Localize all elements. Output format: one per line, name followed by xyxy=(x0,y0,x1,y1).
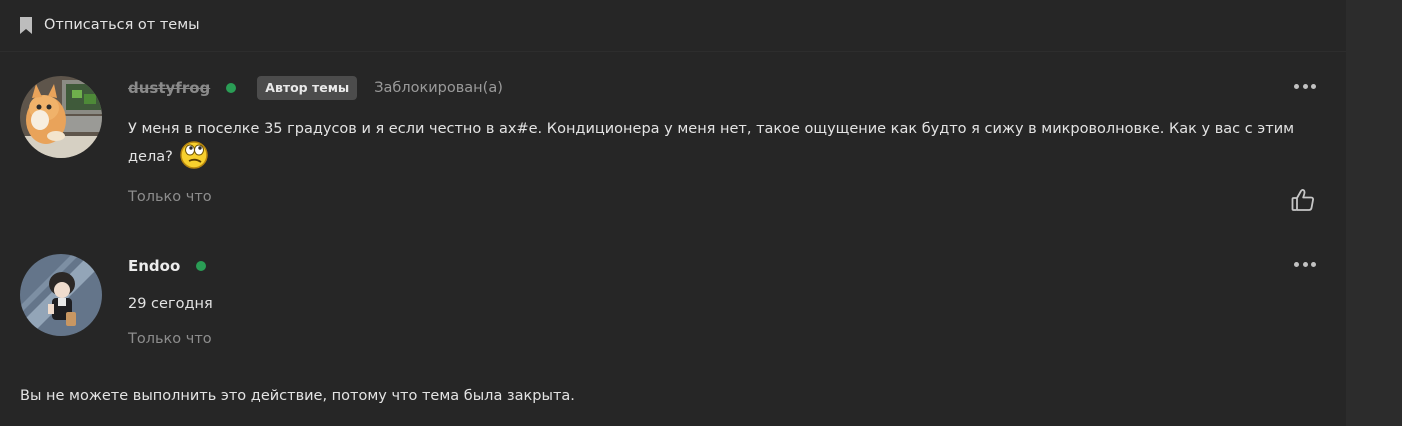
post-text: 29 сегодня xyxy=(128,296,213,312)
online-indicator xyxy=(226,83,237,93)
post-time[interactable]: Только что xyxy=(128,331,212,347)
post-header: dustyfrog Автор темы Заблокирован(а) xyxy=(128,75,503,101)
post-text: У меня в поселке 35 градусов и я если че… xyxy=(128,121,1295,165)
unsubscribe-button[interactable]: Отписаться от темы xyxy=(20,15,200,35)
bookmark-icon xyxy=(20,16,32,34)
post-header: Endoo xyxy=(128,253,207,279)
thumbs-up-icon[interactable] xyxy=(1290,187,1316,213)
cat-avatar-image xyxy=(20,76,102,158)
more-icon[interactable] xyxy=(1292,258,1318,271)
page-side-area xyxy=(1346,0,1402,426)
topic-closed-message: Вы не можете выполнить это действие, пот… xyxy=(20,388,575,404)
post-body: 29 сегодня xyxy=(128,290,1318,318)
avatar-endoo[interactable] xyxy=(20,254,102,336)
online-indicator xyxy=(196,261,207,271)
username[interactable]: Endoo xyxy=(128,257,180,275)
endoo-avatar-image xyxy=(20,254,102,336)
username[interactable]: dustyfrog xyxy=(128,79,210,97)
header-divider xyxy=(0,51,1346,52)
status-label: Заблокирован(а) xyxy=(374,80,503,96)
post-time[interactable]: Только что xyxy=(128,189,212,205)
post-body: У меня в поселке 35 градусов и я если че… xyxy=(128,115,1318,171)
unsubscribe-label: Отписаться от темы xyxy=(44,17,200,33)
thinking-smiley-icon xyxy=(180,141,208,169)
more-icon[interactable] xyxy=(1292,80,1318,93)
topic-panel: Отписаться от темы dustyfrog Автор темы … xyxy=(0,0,1346,426)
author-badge: Автор темы xyxy=(257,76,358,100)
avatar-dustyfrog[interactable] xyxy=(20,76,102,158)
